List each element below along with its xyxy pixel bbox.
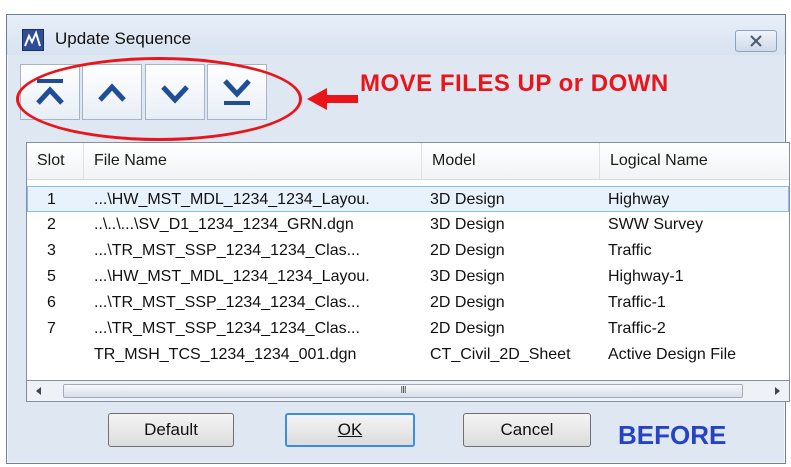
file-name-cell: ...\HW_MST_MDL_1234_1234_Layou. [94,191,370,208]
scroll-thumb[interactable]: III [63,384,743,398]
slot-cell: 1 [47,191,56,208]
update-sequence-dialog: Update Sequence MOVE FILES UP or DOWN Sl… [6,14,790,464]
model-cell: 3D Design [430,216,505,233]
table-row[interactable]: 1 ...\HW_MST_MDL_1234_1234_Layou. 3D Des… [27,186,789,212]
logical-name-cell: Traffic-1 [608,294,666,311]
model-cell: CT_Civil_2D_Sheet [430,346,571,363]
slot-cell: 5 [47,268,56,285]
file-name-cell: ...\TR_MST_SSP_1234_1234_Clas... [94,320,360,337]
logical-name-cell: Highway-1 [608,268,684,285]
list-header: Slot File Name Model Logical Name [27,143,789,180]
horizontal-scrollbar[interactable]: III [26,381,790,402]
model-cell: 2D Design [430,320,505,337]
file-name-cell: ...\TR_MST_SSP_1234_1234_Clas... [94,242,360,259]
scroll-left-button[interactable] [29,381,49,401]
logical-name-cell: Active Design File [608,346,737,363]
table-row[interactable]: 5 ...\HW_MST_MDL_1234_1234_Layou. 3D Des… [27,264,789,290]
slot-cell: 6 [47,294,56,311]
annotation-arrow-icon [307,88,358,110]
table-row[interactable]: 7 ...\TR_MST_SSP_1234_1234_Clas... 2D De… [27,316,789,342]
slot-cell: 3 [47,242,56,259]
annotation-text: MOVE FILES UP or DOWN [360,70,669,97]
cancel-button[interactable]: Cancel [463,413,591,447]
scroll-right-button[interactable] [767,381,787,401]
slot-cell: 7 [47,320,56,337]
column-header-slot[interactable]: Slot [27,143,84,179]
scroll-grip: III [400,385,406,396]
title-bar: Update Sequence [7,15,785,55]
before-label: BEFORE [618,420,727,450]
app-icon [22,29,44,51]
model-cell: 3D Design [430,268,505,285]
slot-cell: 2 [47,216,56,233]
table-row[interactable]: 6 ...\TR_MST_SSP_1234_1234_Clas... 2D De… [27,290,789,316]
scroll-right-icon [775,387,780,395]
scroll-left-icon [36,387,41,395]
annotation-ellipse [16,57,302,141]
logical-name-cell: Highway [608,191,670,208]
close-icon [750,35,762,47]
model-cell: 3D Design [430,191,505,208]
default-button[interactable]: Default [108,413,234,447]
file-name-cell: ...\HW_MST_MDL_1234_1234_Layou. [94,268,370,285]
close-button[interactable] [735,30,777,52]
file-name-cell: ...\TR_MST_SSP_1234_1234_Clas... [94,294,360,311]
ok-button[interactable]: OK [285,413,415,447]
file-name-cell: ..\..\...\SV_D1_1234_1234_GRN.dgn [94,216,354,233]
ok-button-label: OK [337,420,363,439]
logical-name-cell: SWW Survey [608,216,704,233]
logical-name-cell: Traffic-2 [608,320,666,337]
table-row[interactable]: 3 ...\TR_MST_SSP_1234_1234_Clas... 2D De… [27,238,789,264]
column-header-file-name[interactable]: File Name [84,143,422,179]
table-row[interactable]: 2 ..\..\...\SV_D1_1234_1234_GRN.dgn 3D D… [27,212,789,238]
window-title: Update Sequence [55,29,192,48]
model-cell: 2D Design [430,294,505,311]
table-row[interactable]: TR_MSH_TCS_1234_1234_001.dgn CT_Civil_2D… [27,342,789,368]
logical-name-cell: Traffic [608,242,652,259]
column-header-model[interactable]: Model [422,143,600,179]
model-cell: 2D Design [430,242,505,259]
column-header-logical-name[interactable]: Logical Name [600,143,789,179]
file-list[interactable]: Slot File Name Model Logical Name 1 ...\… [26,142,790,381]
file-name-cell: TR_MSH_TCS_1234_1234_001.dgn [94,346,357,363]
